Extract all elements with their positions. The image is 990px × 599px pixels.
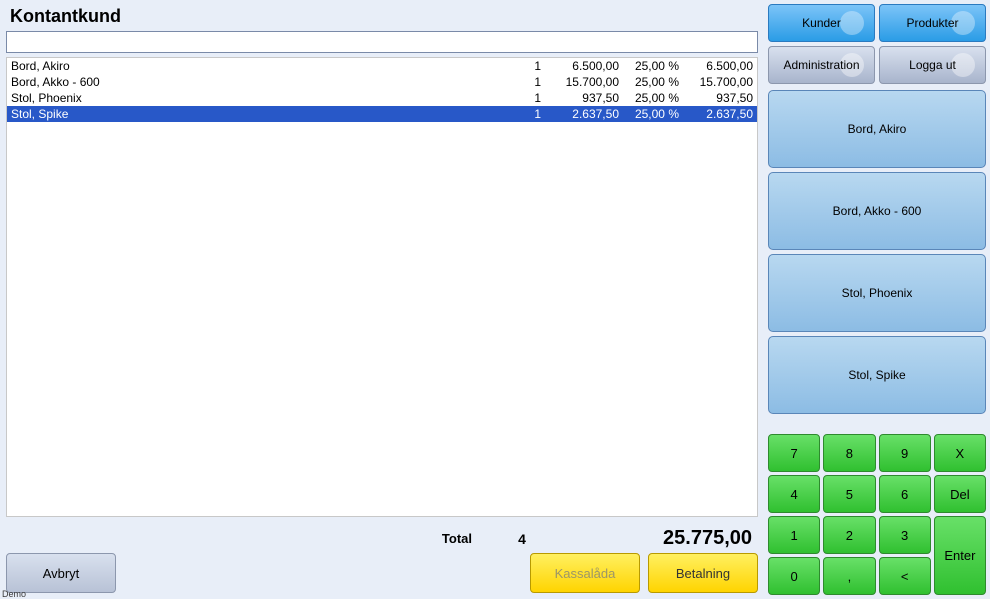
line-vat: 25,00 % [619, 90, 679, 106]
key-7[interactable]: 7 [768, 434, 820, 472]
page-title: Kontantkund [6, 4, 758, 29]
customers-button[interactable]: Kunder [768, 4, 875, 42]
key-6[interactable]: 6 [879, 475, 931, 513]
key-0[interactable]: 0 [768, 557, 820, 595]
numeric-keypad: 7 8 9 X 4 5 6 Del 1 2 3 Enter 0 , < [768, 434, 986, 595]
line-total: 15.700,00 [679, 74, 753, 90]
cancel-button[interactable]: Avbryt [6, 553, 116, 593]
logout-label: Logga ut [909, 58, 956, 72]
line-price: 937,50 [541, 90, 619, 106]
total-qty: 4 [472, 531, 572, 547]
key-8[interactable]: 8 [823, 434, 875, 472]
customers-icon [840, 11, 864, 35]
payment-button[interactable]: Betalning [648, 553, 758, 593]
key-2[interactable]: 2 [823, 516, 875, 554]
line-name: Stol, Spike [11, 106, 511, 122]
products-button[interactable]: Produkter [879, 4, 986, 42]
line-qty: 1 [511, 106, 541, 122]
line-total: 6.500,00 [679, 58, 753, 74]
search-input[interactable] [6, 31, 758, 53]
line-price: 6.500,00 [541, 58, 619, 74]
admin-label: Administration [783, 58, 859, 72]
key-3[interactable]: 3 [879, 516, 931, 554]
total-amount: 25.775,00 [572, 527, 752, 550]
key-9[interactable]: 9 [879, 434, 931, 472]
line-total: 937,50 [679, 90, 753, 106]
table-row[interactable]: Bord, Akko - 600115.700,0025,00 %15.700,… [7, 74, 757, 90]
key-multiply[interactable]: X [934, 434, 986, 472]
key-comma[interactable]: , [823, 557, 875, 595]
cash-drawer-button[interactable]: Kassalåda [530, 553, 640, 593]
key-del[interactable]: Del [934, 475, 986, 513]
product-button[interactable]: Stol, Spike [768, 336, 986, 414]
line-name: Stol, Phoenix [11, 90, 511, 106]
line-vat: 25,00 % [619, 58, 679, 74]
order-lines: Bord, Akiro16.500,0025,00 %6.500,00Bord,… [6, 57, 758, 517]
line-price: 2.637,50 [541, 106, 619, 122]
corner-label: Demo [2, 589, 26, 599]
table-row[interactable]: Stol, Phoenix1937,5025,00 %937,50 [7, 90, 757, 106]
key-5[interactable]: 5 [823, 475, 875, 513]
product-button[interactable]: Stol, Phoenix [768, 254, 986, 332]
logout-button[interactable]: Logga ut [879, 46, 986, 84]
product-button[interactable]: Bord, Akiro [768, 90, 986, 168]
line-name: Bord, Akiro [11, 58, 511, 74]
key-enter[interactable]: Enter [934, 516, 986, 595]
key-4[interactable]: 4 [768, 475, 820, 513]
line-name: Bord, Akko - 600 [11, 74, 511, 90]
administration-button[interactable]: Administration [768, 46, 875, 84]
customers-label: Kunder [802, 16, 841, 30]
table-row[interactable]: Stol, Spike12.637,5025,00 %2.637,50 [7, 106, 757, 122]
table-row[interactable]: Bord, Akiro16.500,0025,00 %6.500,00 [7, 58, 757, 74]
line-price: 15.700,00 [541, 74, 619, 90]
product-button[interactable]: Bord, Akko - 600 [768, 172, 986, 250]
line-qty: 1 [511, 74, 541, 90]
line-total: 2.637,50 [679, 106, 753, 122]
line-qty: 1 [511, 58, 541, 74]
line-qty: 1 [511, 90, 541, 106]
key-1[interactable]: 1 [768, 516, 820, 554]
key-backspace[interactable]: < [879, 557, 931, 595]
products-label: Produkter [906, 16, 958, 30]
total-label: Total [12, 531, 472, 546]
line-vat: 25,00 % [619, 74, 679, 90]
line-vat: 25,00 % [619, 106, 679, 122]
